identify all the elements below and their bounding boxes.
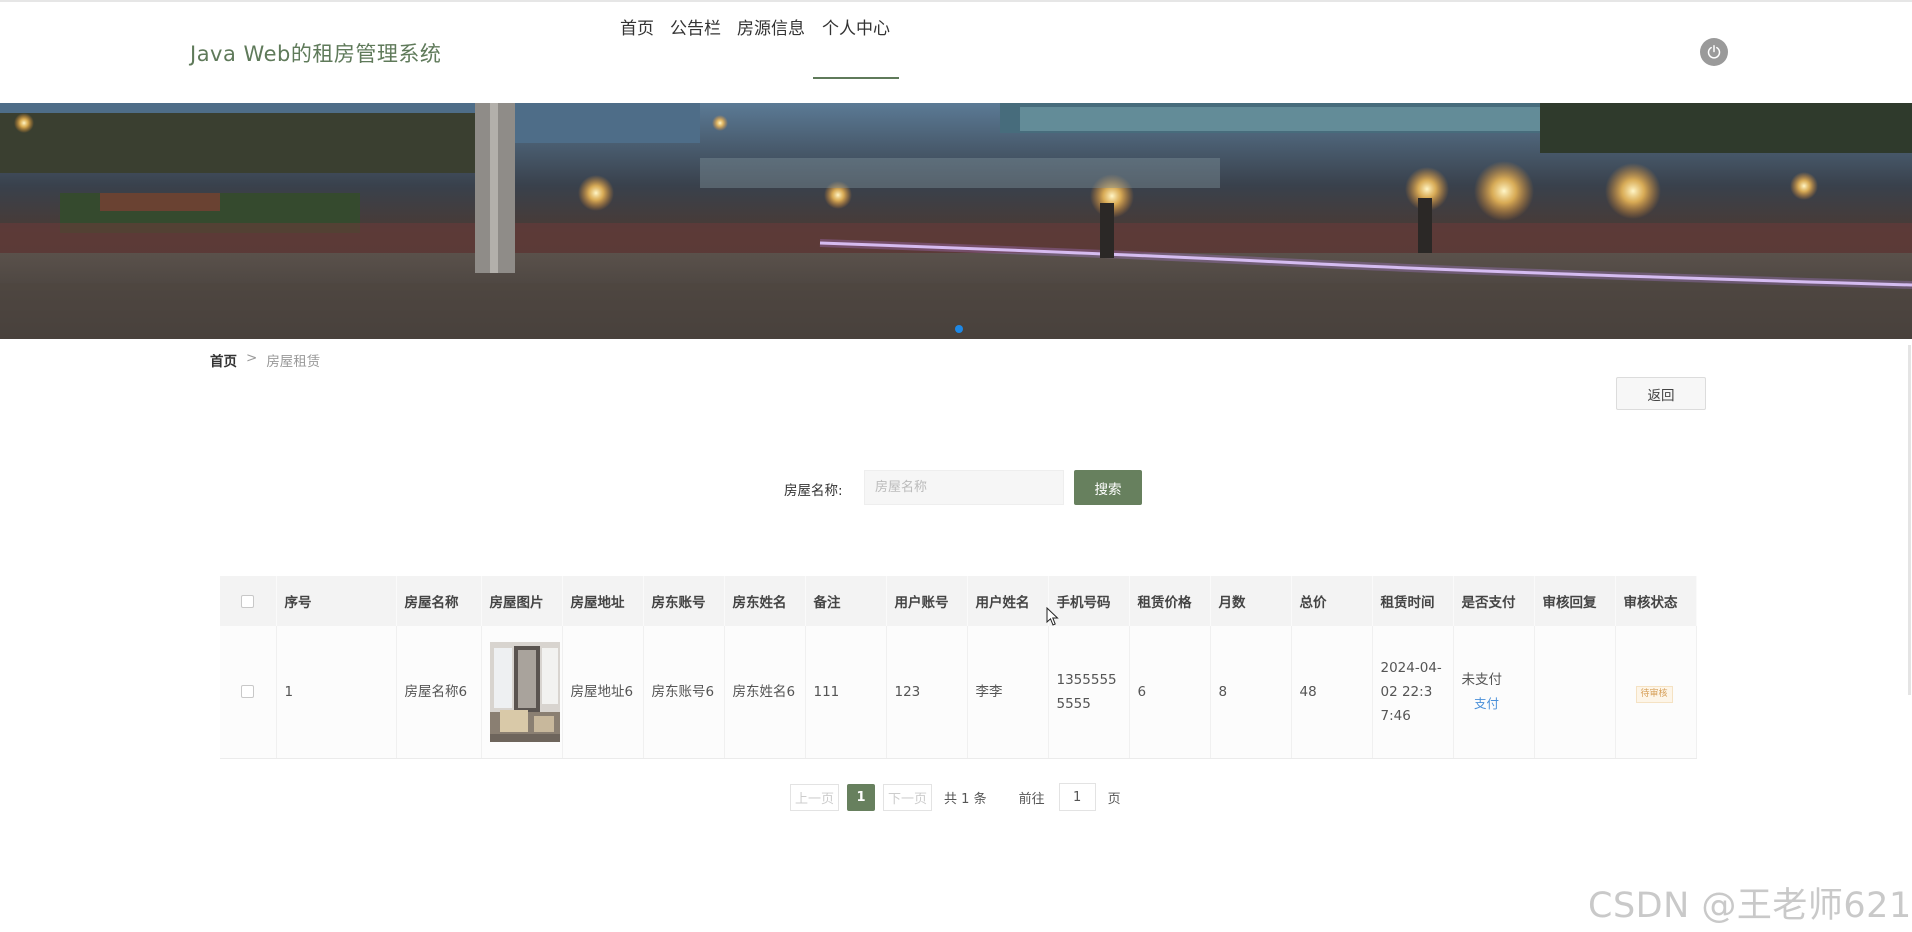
cell-months: 8 (1210, 626, 1292, 759)
mouse-cursor-icon (1046, 607, 1059, 626)
select-all-checkbox[interactable] (241, 594, 255, 608)
column-header: 是否支付 (1453, 576, 1535, 626)
cell-review-status: 待审核 (1615, 626, 1697, 759)
column-header: 序号 (276, 576, 397, 626)
search-input[interactable] (864, 470, 1064, 505)
page-number-current[interactable]: 1 (847, 783, 876, 811)
prev-page-button[interactable]: 上一页 (790, 783, 840, 811)
breadcrumb: 首页 > 房屋租赁 (210, 350, 320, 370)
header: Java Web的租房管理系统 首页 公告栏 房源信息 个人中心 (0, 2, 1912, 102)
cell-landlord-name: 房东姓名6 (724, 626, 806, 759)
cell-index: 1 (276, 626, 397, 759)
breadcrumb-home[interactable]: 首页 (210, 350, 237, 370)
power-icon[interactable] (1700, 38, 1728, 66)
select-all-cell (220, 576, 277, 626)
search-label: 房屋名称: (784, 483, 843, 499)
cell-review-reply (1534, 626, 1616, 759)
nav-item-home[interactable]: 首页 (612, 5, 662, 79)
house-thumbnail[interactable] (489, 641, 560, 742)
breadcrumb-current: 房屋租赁 (266, 354, 321, 370)
paid-status-text: 未支付 (1461, 671, 1503, 688)
main-nav: 首页 公告栏 房源信息 个人中心 (612, 2, 899, 80)
back-button[interactable]: 返回 (1616, 377, 1706, 410)
column-header: 租赁时间 (1372, 576, 1454, 626)
column-header: 房东账号 (643, 576, 725, 626)
search-button[interactable]: 搜索 (1074, 470, 1142, 505)
column-header: 审核状态 (1615, 576, 1697, 626)
column-header: 房屋图片 (481, 576, 563, 626)
column-header: 用户姓名 (967, 576, 1049, 626)
rental-table: 序号 房屋名称 房屋图片 房屋地址 房东账号 房东姓名 备注 用户账号 用户姓名… (220, 576, 1697, 759)
column-header: 总价 (1291, 576, 1373, 626)
nav-item-listings[interactable]: 房源信息 (729, 5, 813, 79)
column-header: 审核回复 (1534, 576, 1616, 626)
row-select-cell (220, 626, 277, 759)
next-page-button[interactable]: 下一页 (883, 783, 933, 811)
site-title: Java Web的租房管理系统 (190, 42, 442, 66)
cell-paid-status: 未支付 支付 (1453, 626, 1535, 759)
pagination: 上一页 1 下一页 共 1 条 前往 1 页 (790, 782, 1121, 812)
column-header: 月数 (1210, 576, 1292, 626)
carousel-dot[interactable] (955, 325, 963, 333)
banner-image (0, 103, 1912, 339)
table-header-row: 序号 房屋名称 房屋图片 房屋地址 房东账号 房东姓名 备注 用户账号 用户姓名… (220, 576, 1697, 626)
page-suffix: 页 (1107, 791, 1121, 807)
column-header: 房东姓名 (724, 576, 806, 626)
column-header: 租赁价格 (1129, 576, 1211, 626)
table-row: 1 房屋名称6 房屋地址6 房东账号6 房东姓名6 111 123 李李 135… (220, 626, 1697, 759)
nav-item-personal-center[interactable]: 个人中心 (813, 5, 899, 79)
watermark: CSDN @王老师621 (1588, 886, 1912, 926)
cell-user-account: 123 (886, 626, 968, 759)
cell-house-name: 房屋名称6 (396, 626, 482, 759)
pay-link[interactable]: 支付 (1462, 692, 1512, 716)
cell-phone: 13555555555 (1048, 626, 1130, 759)
cell-rent-time: 2024-04-02 22:37:46 (1372, 626, 1454, 759)
cell-user-name: 李李 (967, 626, 1049, 759)
breadcrumb-separator: > (246, 350, 258, 366)
scrollbar[interactable] (1908, 345, 1911, 695)
cell-house-image (481, 626, 563, 759)
cell-landlord-account: 房东账号6 (643, 626, 725, 759)
column-header: 备注 (805, 576, 887, 626)
row-checkbox[interactable] (241, 685, 255, 699)
goto-page-input[interactable]: 1 (1058, 783, 1096, 811)
cell-total: 48 (1291, 626, 1373, 759)
cell-rent-price: 6 (1129, 626, 1211, 759)
nav-item-notice-board[interactable]: 公告栏 (662, 5, 729, 79)
total-count: 共 1 条 (944, 791, 987, 807)
goto-label: 前往 (1018, 791, 1045, 807)
column-header: 房屋地址 (562, 576, 644, 626)
column-header: 用户账号 (886, 576, 968, 626)
column-header: 手机号码 (1048, 576, 1130, 626)
cell-house-address: 房屋地址6 (562, 626, 644, 759)
cell-remark: 111 (805, 626, 887, 759)
column-header: 房屋名称 (396, 576, 482, 626)
status-badge: 待审核 (1635, 685, 1673, 703)
